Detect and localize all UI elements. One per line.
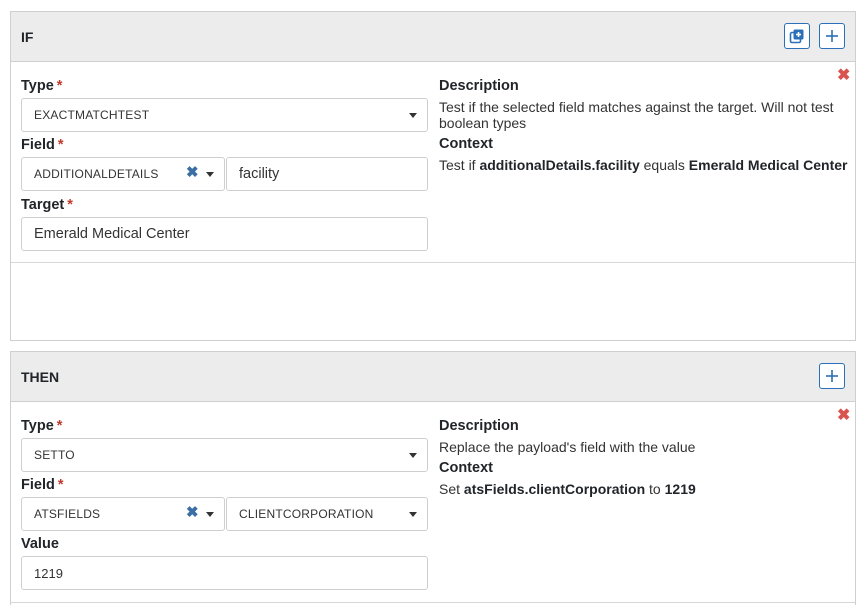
field-label: Field *: [21, 477, 64, 493]
clear-x-icon[interactable]: ✖: [186, 505, 199, 521]
context-field: additionalDetails.facility: [479, 157, 640, 173]
if-panel: IF ✖ Type * EXACTMATCHTEST Field * ADDITIO…: [10, 11, 856, 341]
if-panel-title: IF: [21, 29, 34, 45]
type-select-value: SETTO: [34, 448, 75, 462]
target-input[interactable]: Emerald Medical Center: [21, 217, 428, 251]
condition-divider: [11, 262, 855, 263]
type-select[interactable]: EXACTMATCHTEST: [21, 98, 428, 132]
context-text: Set atsFields.clientCorporation to 1219: [439, 481, 696, 497]
required-marker: *: [57, 137, 64, 153]
subfield-select-value: CLIENTCORPORATION: [239, 507, 374, 521]
description-heading: Description: [439, 78, 519, 94]
subfield-input[interactable]: facility: [226, 157, 428, 191]
description-text: Replace the payload's field with the val…: [439, 439, 696, 455]
subfield-input-value: facility: [239, 166, 280, 182]
description-heading: Description: [439, 418, 519, 434]
then-panel-header: THEN: [11, 352, 855, 402]
caret-down-icon: [409, 113, 417, 118]
type-label: Type *: [21, 418, 63, 434]
context-text: Test if additionalDetails.facility equal…: [439, 157, 848, 173]
type-select-value: EXACTMATCHTEST: [34, 108, 150, 122]
caret-down-icon: [206, 172, 214, 177]
context-field: atsFields.clientCorporation: [463, 481, 646, 497]
then-panel-title: THEN: [21, 369, 60, 385]
target-label: Target *: [21, 197, 73, 213]
context-heading: Context: [439, 460, 493, 476]
type-select[interactable]: SETTO: [21, 438, 428, 472]
add-condition-button[interactable]: [819, 23, 845, 49]
delete-action-icon[interactable]: ✖: [837, 408, 850, 424]
field-select[interactable]: ATSFIELDS ✖: [21, 497, 225, 531]
copy-block-button[interactable]: [784, 23, 810, 49]
caret-down-icon: [409, 512, 417, 517]
required-marker: *: [67, 197, 73, 213]
field-select[interactable]: ADDITIONALDETAILS ✖: [21, 157, 225, 191]
if-panel-header: IF: [11, 12, 855, 62]
subfield-select[interactable]: CLIENTCORPORATION: [226, 497, 428, 531]
value-label: Value: [21, 536, 59, 552]
context-value: 1219: [664, 481, 696, 497]
value-input-value: 1219: [34, 566, 63, 581]
value-input[interactable]: 1219: [21, 556, 428, 590]
caret-down-icon: [206, 512, 214, 517]
field-select-value: ADDITIONALDETAILS: [34, 167, 159, 181]
delete-condition-icon[interactable]: ✖: [837, 68, 850, 84]
plus-icon: [826, 30, 838, 42]
caret-down-icon: [409, 453, 417, 458]
required-marker: *: [56, 78, 63, 94]
target-input-value: Emerald Medical Center: [34, 226, 190, 242]
field-label: Field *: [21, 137, 64, 153]
then-panel: THEN ✖ Type * SETTO Field * ATSFIELDS ✖ CL…: [10, 351, 856, 605]
add-action-button[interactable]: [819, 363, 845, 389]
action-divider: [11, 602, 855, 603]
context-heading: Context: [439, 136, 493, 152]
type-label: Type *: [21, 78, 63, 94]
description-text: Test if the selected field matches again…: [439, 99, 834, 131]
context-value: Emerald Medical Center: [688, 157, 848, 173]
required-marker: *: [57, 477, 64, 493]
required-marker: *: [56, 418, 63, 434]
plus-icon: [826, 370, 838, 382]
clear-x-icon[interactable]: ✖: [186, 165, 199, 181]
field-select-value: ATSFIELDS: [34, 507, 101, 521]
copy-icon: [789, 29, 804, 44]
